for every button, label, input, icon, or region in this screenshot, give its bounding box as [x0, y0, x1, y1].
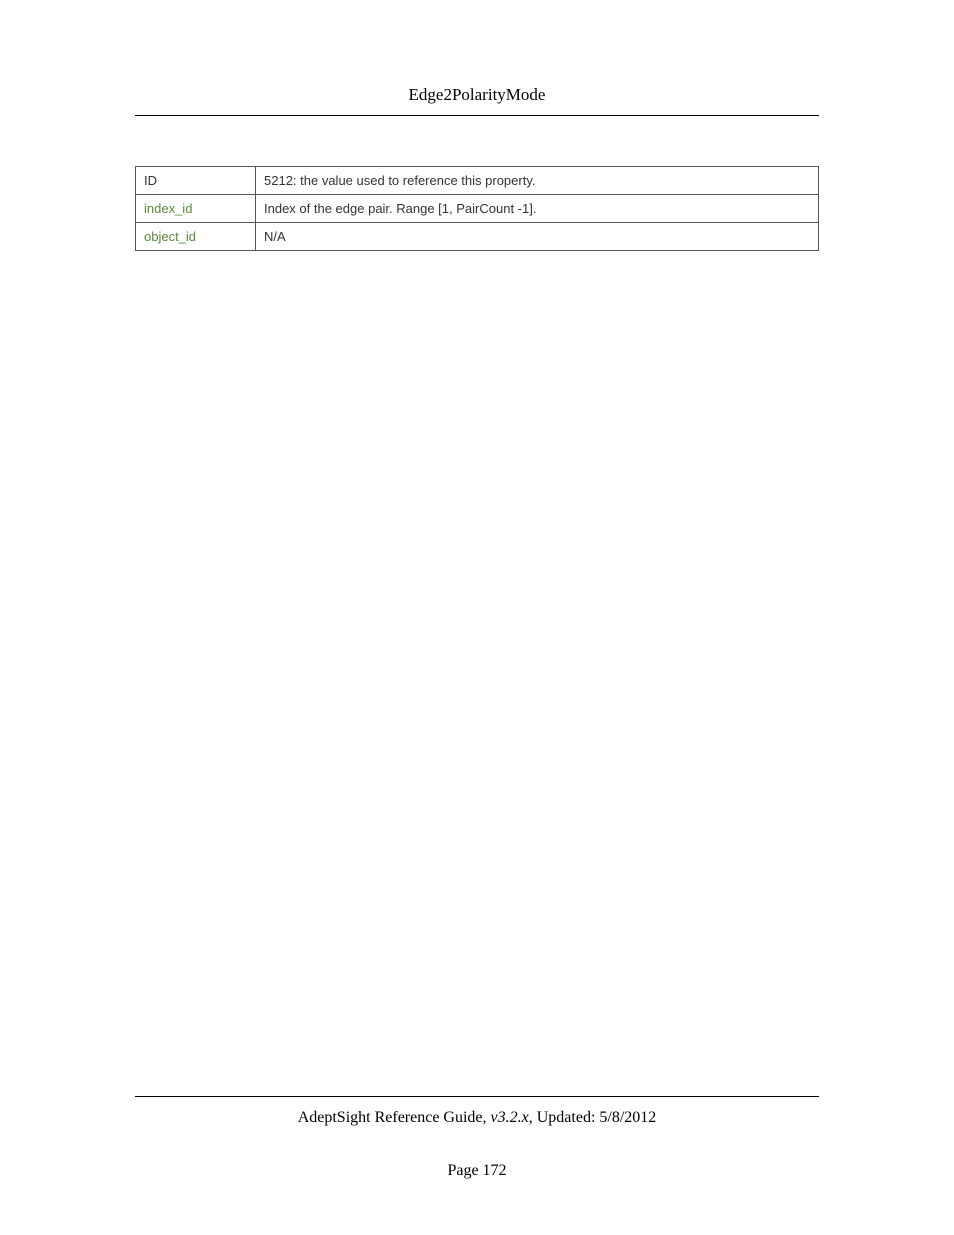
property-table: ID 5212: the value used to reference thi… [135, 166, 819, 251]
footer-version: , v3.2.x [483, 1109, 529, 1126]
table-cell-value: 5212: the value used to reference this p… [256, 167, 819, 195]
footer-area: AdeptSight Reference Guide, v3.2.x, Upda… [135, 1096, 819, 1180]
table-cell-label: object_id [136, 223, 256, 251]
footer-updated-prefix: , Updated: [529, 1109, 600, 1126]
table-cell-value: Index of the edge pair. Range [1, PairCo… [256, 195, 819, 223]
table-cell-label: ID [136, 167, 256, 195]
row-label-link[interactable]: object_id [144, 229, 196, 244]
table-cell-value: N/A [256, 223, 819, 251]
table-row: ID 5212: the value used to reference thi… [136, 167, 819, 195]
footer-guide-title: AdeptSight Reference Guide [298, 1109, 483, 1126]
row-value: N/A [264, 229, 286, 244]
page-prefix: Page [447, 1162, 482, 1179]
table-row: object_id N/A [136, 223, 819, 251]
header-title: Edge2PolarityMode [409, 85, 546, 104]
footer-divider [135, 1096, 819, 1097]
content-area: ID 5212: the value used to reference thi… [135, 116, 819, 251]
page-number: Page 172 [135, 1162, 819, 1180]
table-row: index_id Index of the edge pair. Range [… [136, 195, 819, 223]
page-header: Edge2PolarityMode [135, 0, 819, 116]
row-value: Index of the edge pair. Range [1, PairCo… [264, 201, 536, 216]
footer-updated-date: 5/8/2012 [599, 1109, 656, 1126]
row-value: 5212: the value used to reference this p… [264, 173, 535, 188]
table-cell-label: index_id [136, 195, 256, 223]
row-label: ID [144, 173, 157, 188]
footer-text: AdeptSight Reference Guide, v3.2.x, Upda… [135, 1109, 819, 1127]
page-container: Edge2PolarityMode ID 5212: the value use… [0, 0, 954, 1235]
page-num: 172 [483, 1162, 507, 1179]
row-label-link[interactable]: index_id [144, 201, 192, 216]
